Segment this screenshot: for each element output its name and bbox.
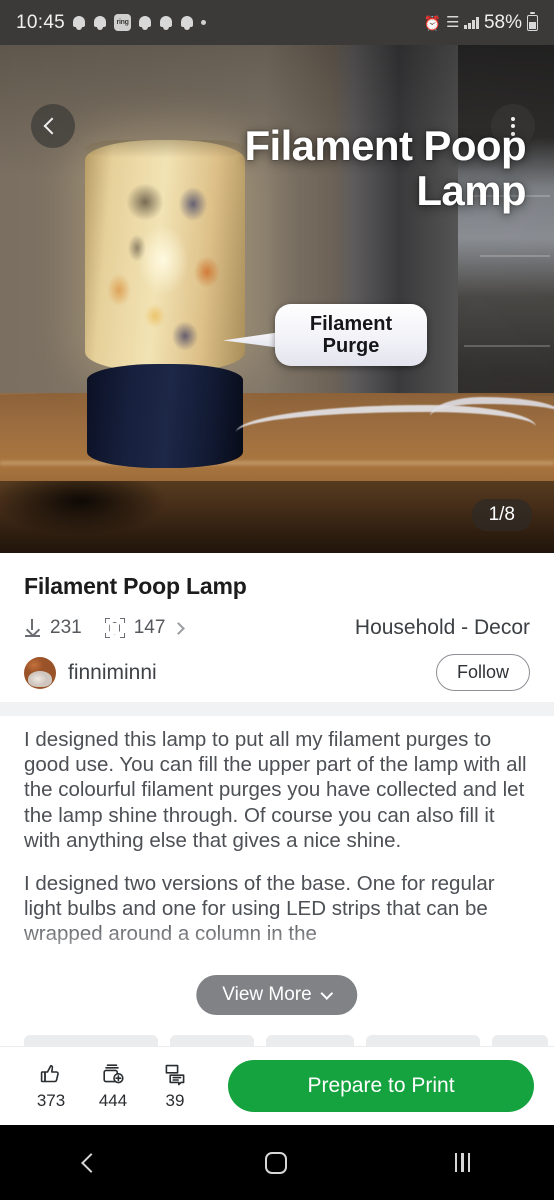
alarm-icon: ⏰ xyxy=(423,14,442,31)
lamp-base xyxy=(87,364,243,468)
download-icon xyxy=(24,619,41,637)
view-more-label: View More xyxy=(222,984,312,1005)
author-row: finniminni Follow xyxy=(24,654,530,691)
bottom-action-bar: 373 444 39 Prepare to Print xyxy=(0,1046,554,1125)
chevron-left-icon xyxy=(43,117,60,135)
author-name[interactable]: finniminni xyxy=(68,661,157,685)
wifi-icon: ☰ xyxy=(446,14,460,31)
annotation-line-2: Purge xyxy=(322,335,380,357)
like-button[interactable]: 373 xyxy=(20,1062,82,1111)
comment-button[interactable]: 39 xyxy=(144,1062,206,1111)
thumbs-up-icon xyxy=(39,1062,63,1086)
signal-bars-icon xyxy=(464,16,479,29)
section-divider xyxy=(0,702,554,716)
page-title: Filament Poop Lamp xyxy=(24,573,247,599)
annotation-bubble: Filament Purge xyxy=(275,304,427,366)
bell-icon xyxy=(138,15,152,30)
bell-icon xyxy=(159,15,173,30)
image-pager-badge: 1/8 xyxy=(471,499,532,531)
annotation-bubble-text: Filament Purge xyxy=(310,313,392,358)
download-count-value: 231 xyxy=(50,617,82,638)
view-more-button[interactable]: View More xyxy=(196,975,358,1015)
android-home-icon[interactable] xyxy=(265,1151,288,1174)
description-paragraph-1: I designed this lamp to put all my filam… xyxy=(24,728,527,852)
android-back-icon[interactable] xyxy=(80,1152,101,1173)
dot-icon xyxy=(201,20,207,25)
hero-image-carousel[interactable]: Filament Purge Filament Poop Lamp 1/8 xyxy=(0,45,554,553)
android-nav-bar xyxy=(0,1125,554,1200)
stats-left-group: 231 147 xyxy=(24,617,186,639)
battery-percent: 58% xyxy=(483,11,522,33)
bell-icon xyxy=(180,15,194,30)
back-button[interactable] xyxy=(31,104,75,148)
like-count: 373 xyxy=(36,1090,66,1110)
hero-photo-table-edge xyxy=(0,461,554,465)
description-paragraph-2: I designed two versions of the base. One… xyxy=(24,872,495,946)
avatar[interactable] xyxy=(24,656,56,689)
follow-button[interactable]: Follow xyxy=(435,654,530,691)
collection-count: 444 xyxy=(98,1090,128,1110)
app-screen: 10:45 ring ⏰ ☰ 58% Filament Purge Filame… xyxy=(0,0,554,1200)
stats-row: 231 147 Household - Decor xyxy=(24,616,530,640)
bell-icon xyxy=(93,15,107,30)
chevron-down-icon xyxy=(320,986,334,1000)
add-to-collection-button[interactable]: 444 xyxy=(82,1062,144,1111)
comment-count: 39 xyxy=(165,1090,185,1110)
makes-count[interactable]: 147 xyxy=(104,617,186,639)
status-clock: 10:45 xyxy=(16,11,66,33)
hero-bottom-shading xyxy=(0,481,554,553)
author-link[interactable]: finniminni xyxy=(24,656,157,689)
makes-count-value: 147 xyxy=(133,617,166,638)
add-to-collection-icon xyxy=(101,1062,125,1086)
status-bar-right: ⏰ ☰ 58% xyxy=(424,12,538,34)
3d-cube-scan-icon xyxy=(104,618,125,638)
ring-app-icon: ring xyxy=(114,14,132,31)
battery-icon xyxy=(527,12,538,31)
status-bar-left: 10:45 ring xyxy=(16,11,207,34)
hero-overlay-title: Filament Poop Lamp xyxy=(244,122,526,215)
chevron-right-icon[interactable] xyxy=(172,621,186,635)
status-bar: 10:45 ring ⏰ ☰ 58% xyxy=(0,0,554,45)
comment-icon xyxy=(163,1062,187,1086)
download-count: 231 xyxy=(24,617,82,639)
model-info-section: Filament Poop Lamp 231 147 Household - D… xyxy=(0,553,554,691)
android-recents-icon[interactable] xyxy=(454,1153,471,1172)
annotation-line-1: Filament xyxy=(309,312,393,335)
bell-icon xyxy=(72,15,86,30)
prepare-to-print-button[interactable]: Prepare to Print xyxy=(228,1060,534,1112)
category-label[interactable]: Household - Decor xyxy=(355,616,530,640)
